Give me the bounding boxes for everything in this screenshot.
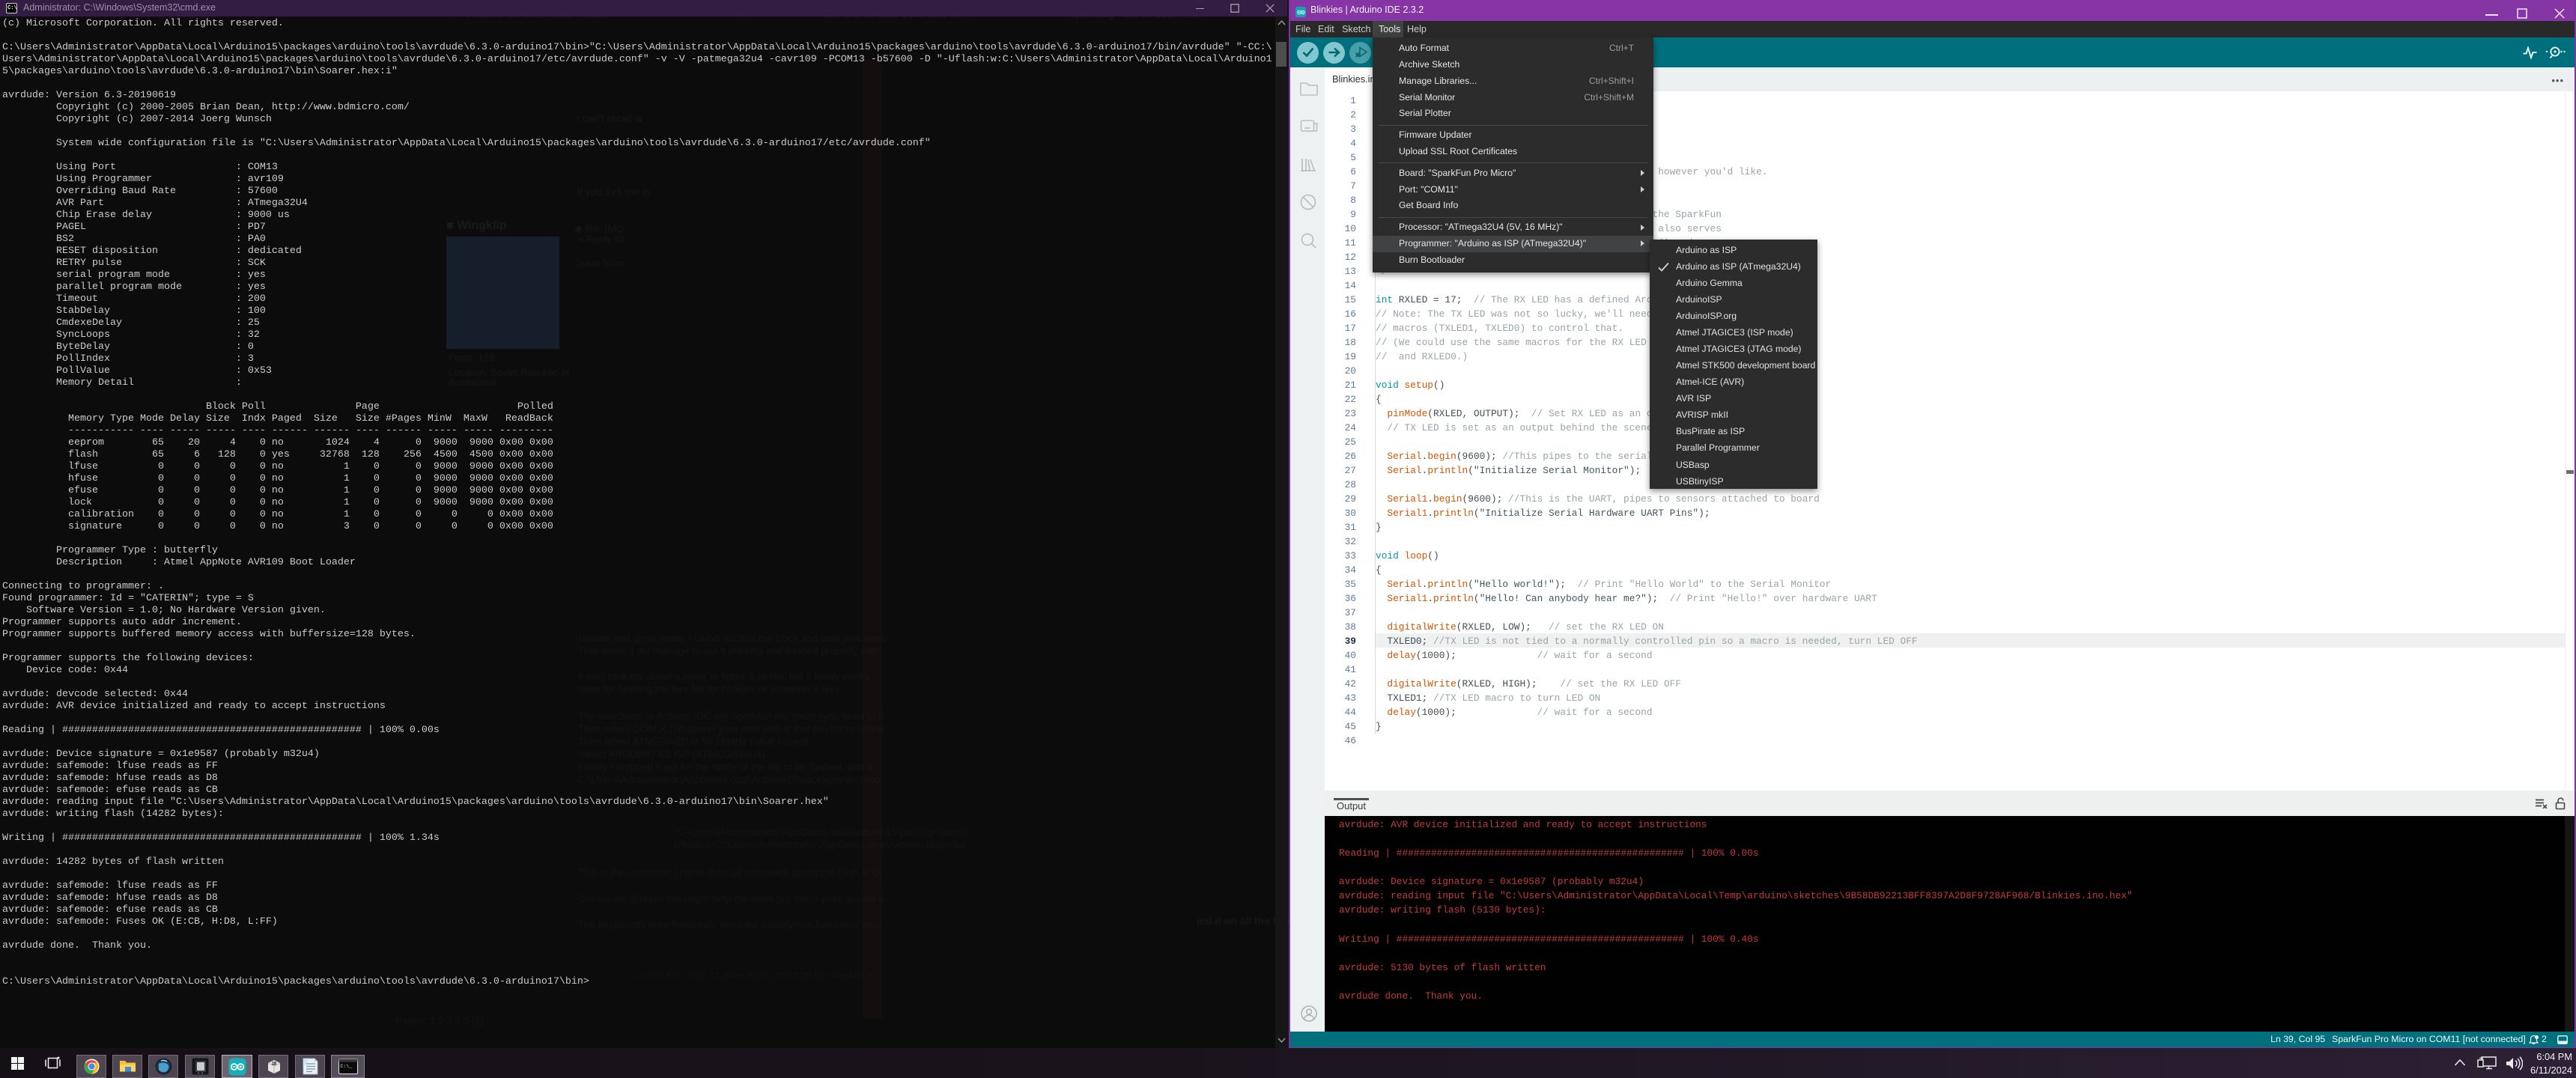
svg-text:C:\_: C:\_ (341, 1064, 353, 1069)
